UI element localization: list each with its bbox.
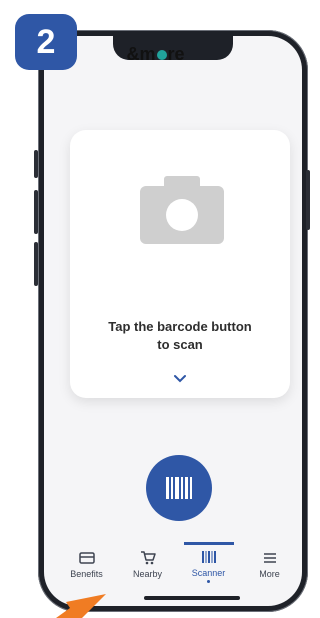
barcode-scan-button[interactable] — [146, 455, 212, 521]
active-tab-indicator — [183, 542, 234, 545]
phone-side-button — [306, 170, 310, 230]
tab-nearby[interactable]: Nearby — [120, 545, 176, 579]
tab-scanner-label: Scanner — [191, 568, 226, 578]
scan-card: Tap the barcode button to scan — [70, 130, 290, 398]
scan-instructions: Tap the barcode button to scan — [70, 318, 290, 354]
cart-icon — [140, 551, 156, 565]
active-dot — [207, 580, 210, 583]
logo-suffix: re — [167, 44, 185, 64]
tab-more[interactable]: More — [242, 545, 298, 579]
instruction-line-1: Tap the barcode button — [108, 319, 252, 334]
tab-benefits[interactable]: Benefits — [59, 545, 115, 579]
tab-benefits-label: Benefits — [70, 569, 103, 579]
barcode-icon — [201, 551, 216, 563]
tab-scanner[interactable]: Scanner — [181, 542, 237, 583]
tab-nearby-label: Nearby — [132, 569, 162, 579]
app-logo: &m re — [0, 44, 311, 65]
chevron-down-icon[interactable] — [173, 374, 187, 384]
card-icon — [78, 552, 95, 564]
phone-side-button — [34, 150, 38, 178]
home-indicator — [144, 596, 240, 600]
phone-side-button — [34, 190, 38, 234]
tab-more-label: More — [259, 569, 280, 579]
logo-dot-icon — [156, 50, 167, 61]
phone-side-button — [34, 242, 38, 286]
logo-prefix: &m — [126, 44, 156, 64]
barcode-icon — [166, 477, 192, 499]
pointer-arrow-icon — [56, 594, 106, 618]
instruction-line-2: to scan — [157, 337, 203, 352]
camera-icon — [140, 176, 224, 244]
menu-icon — [263, 553, 276, 563]
bottom-tab-bar: Benefits Nearby Scanner More — [56, 542, 300, 593]
